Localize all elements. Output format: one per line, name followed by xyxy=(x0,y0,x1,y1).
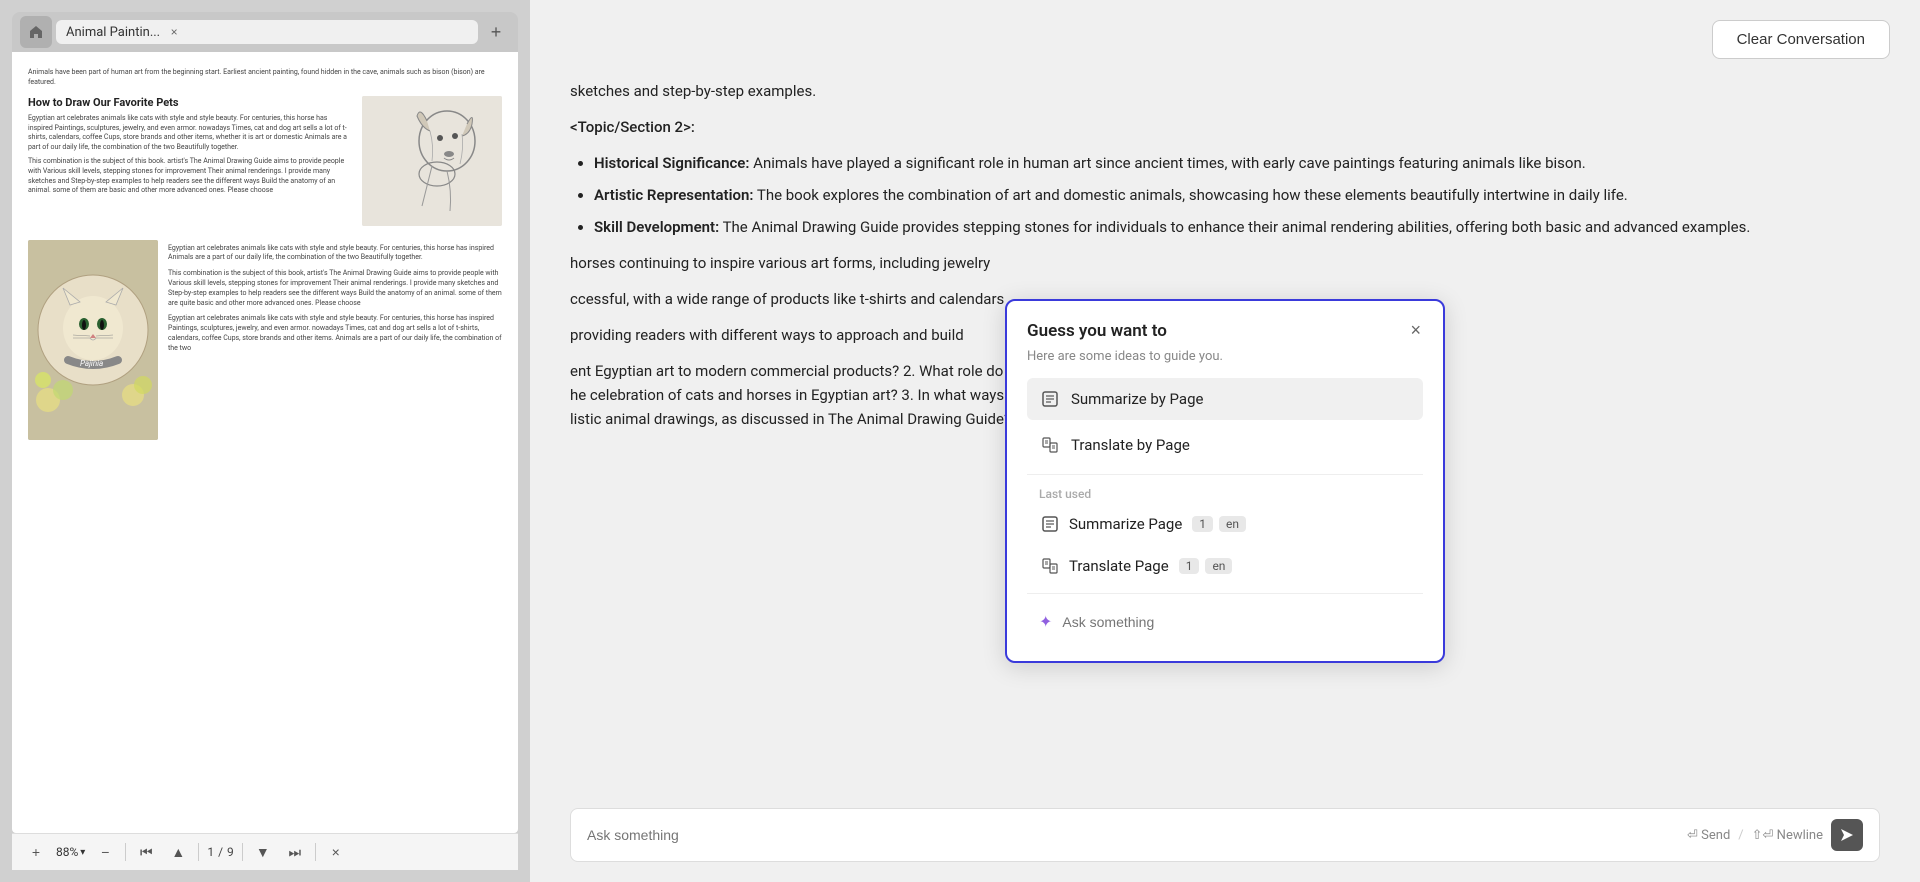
page-total: 9 xyxy=(227,845,234,859)
separator1 xyxy=(125,843,126,861)
page-nav: 1 / 9 xyxy=(207,845,233,859)
translate-icon xyxy=(1039,434,1061,456)
last-summarize-count: 1 xyxy=(1192,516,1213,532)
pdf-cat-image: Pajinia xyxy=(28,240,158,440)
sparkle-icon: ✦ xyxy=(1039,612,1052,631)
nav-last-button[interactable]: ⏭ xyxy=(283,840,307,864)
zoom-in-button[interactable]: + xyxy=(24,840,48,864)
page-current: 1 xyxy=(207,845,214,859)
pdf-dog-image xyxy=(362,96,502,226)
zoom-out-button[interactable]: − xyxy=(93,840,117,864)
last-translate-label-col: Translate Page 1 en xyxy=(1069,557,1411,575)
separator3 xyxy=(242,843,243,861)
last-translate-page-label: Translate Page xyxy=(1069,557,1169,575)
popup-divider xyxy=(1027,474,1423,475)
zoom-level: 88% xyxy=(56,845,78,859)
popup-divider2 xyxy=(1027,593,1423,594)
pdf-page: Animals have been part of human art from… xyxy=(28,68,502,817)
last-translate-lang: en xyxy=(1205,558,1232,574)
page-sep: / xyxy=(218,845,223,859)
pdf-close-button[interactable]: × xyxy=(324,840,348,864)
separator2 xyxy=(198,843,199,861)
summarize-by-page-label: Summarize by Page xyxy=(1071,390,1203,408)
last-translate-page-option[interactable]: Translate Page 1 en xyxy=(1027,547,1423,585)
popup-header: Guess you want to × xyxy=(1027,321,1423,341)
popup-title: Guess you want to xyxy=(1027,321,1167,341)
tab-close-button[interactable]: × xyxy=(166,24,182,40)
tab-label: Animal Paintin... xyxy=(66,25,160,40)
translate-by-page-label: Translate by Page xyxy=(1071,436,1190,454)
last-used-label: Last used xyxy=(1027,483,1423,505)
nav-next-button[interactable]: ▼ xyxy=(251,840,275,864)
pdf-panel: Animal Paintin... × + Animals have been … xyxy=(0,0,530,882)
translate-by-page-option[interactable]: Translate by Page xyxy=(1027,424,1423,466)
popup-subtitle: Here are some ideas to guide you. xyxy=(1027,349,1423,364)
chat-panel: Clear Conversation sketches and step-by-… xyxy=(530,0,1920,882)
popup-ask-row: ✦ xyxy=(1027,602,1423,641)
pdf-body-text1: This combination is the subject of this … xyxy=(28,157,350,196)
separator4 xyxy=(315,843,316,861)
tab-add-button[interactable]: + xyxy=(482,18,510,46)
popup-ask-input[interactable] xyxy=(1062,614,1411,630)
last-summarize-label-col: Summarize Page 1 en xyxy=(1069,515,1411,533)
home-button[interactable] xyxy=(20,16,52,48)
pdf-body-text4: Egyptian art celebrates animals like cat… xyxy=(168,314,502,353)
zoom-dropdown-arrow[interactable]: ▾ xyxy=(80,847,85,858)
tab-item[interactable]: Animal Paintin... × xyxy=(56,20,478,44)
last-summarize-icon xyxy=(1039,513,1061,535)
last-summarize-page-label: Summarize Page xyxy=(1069,515,1182,533)
pdf-body-text2: Egyptian art celebrates animals like cat… xyxy=(168,244,502,264)
zoom-display: 88% ▾ xyxy=(56,845,85,859)
last-translate-icon xyxy=(1039,555,1061,577)
pdf-subtitle-text: Egyptian art celebrates animals like cat… xyxy=(28,114,350,153)
nav-prev-button[interactable]: ▲ xyxy=(166,840,190,864)
summarize-by-page-option[interactable]: Summarize by Page xyxy=(1027,378,1423,420)
tab-bar: Animal Paintin... × + xyxy=(12,12,518,52)
pdf-intro-text: Animals have been part of human art from… xyxy=(28,68,502,88)
nav-first-button[interactable]: ⏮ xyxy=(134,840,158,864)
last-summarize-page-option[interactable]: Summarize Page 1 en xyxy=(1027,505,1423,543)
svg-text:Pajinia: Pajinia xyxy=(80,359,103,368)
pdf-book-title: How to Draw Our Favorite Pets xyxy=(28,96,350,110)
pdf-content: Animals have been part of human art from… xyxy=(12,52,518,833)
guess-popup: Guess you want to × Here are some ideas … xyxy=(1005,299,1445,663)
popup-overlay: Guess you want to × Here are some ideas … xyxy=(530,0,1920,882)
popup-close-button[interactable]: × xyxy=(1408,321,1423,339)
last-summarize-lang: en xyxy=(1219,516,1246,532)
last-translate-count: 1 xyxy=(1179,558,1200,574)
pdf-body-text3: This combination is the subject of this … xyxy=(168,269,502,308)
summarize-icon xyxy=(1039,388,1061,410)
pdf-toolbar: + 88% ▾ − ⏮ ▲ 1 / 9 ▼ ⏭ × xyxy=(12,833,518,870)
